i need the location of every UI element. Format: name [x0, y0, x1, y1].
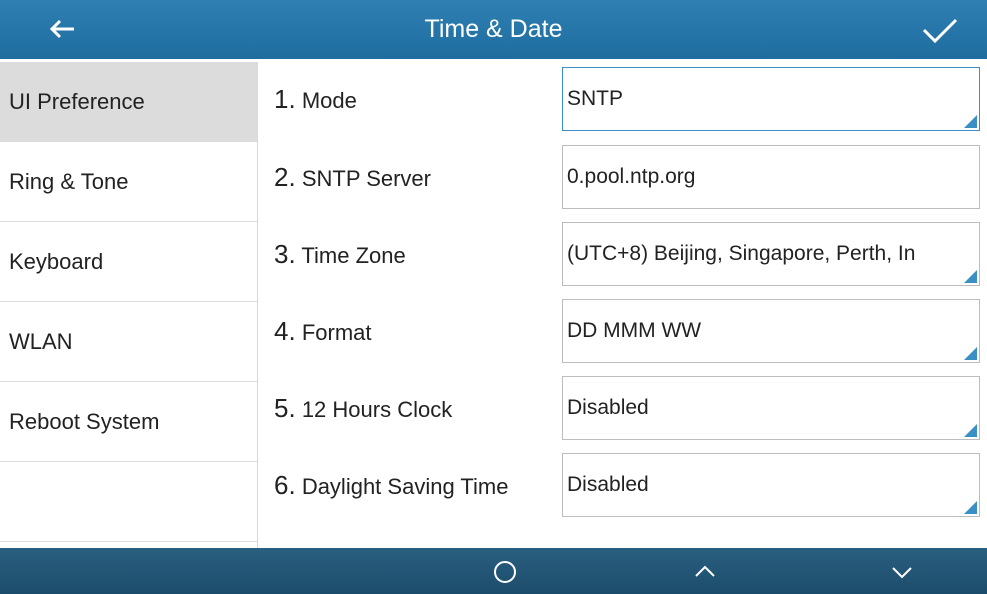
setting-row-12-hours-clock: 5. 12 Hours Clock Disabled: [258, 373, 987, 443]
sidebar-item-wlan[interactable]: WLAN: [0, 302, 257, 382]
chevron-up-icon: [695, 565, 715, 577]
field-value: Disabled: [567, 396, 649, 419]
mode-field[interactable]: SNTP: [562, 67, 980, 131]
format-field[interactable]: DD MMM WW: [562, 299, 980, 363]
confirm-button[interactable]: [915, 12, 965, 48]
time-zone-field[interactable]: (UTC+8) Beijing, Singapore, Perth, In: [562, 222, 980, 286]
setting-label: 6. Daylight Saving Time: [274, 470, 509, 500]
checkmark-icon: [922, 18, 958, 44]
arrow-left-icon: [49, 19, 74, 39]
field-value: SNTP: [567, 87, 624, 110]
sidebar-item-keyboard[interactable]: Keyboard: [0, 222, 257, 302]
setting-label: 4. Format: [274, 316, 372, 346]
title-bar: Time & Date: [0, 0, 987, 59]
dropdown-corner-icon: [964, 270, 977, 283]
setting-label: 5. 12 Hours Clock: [274, 393, 453, 423]
field-value: 0.pool.ntp.org: [567, 165, 696, 188]
setting-row-format: 4. Format DD MMM WW: [258, 296, 987, 366]
scroll-up-button[interactable]: [685, 556, 725, 588]
sidebar-empty-slot: [0, 462, 257, 542]
setting-row-time-zone: 3. Time Zone (UTC+8) Beijing, Singapore,…: [258, 219, 987, 289]
setting-label: 1. Mode: [274, 84, 357, 114]
page-title: Time & Date: [424, 15, 563, 43]
setting-label: 3. Time Zone: [274, 239, 406, 269]
12-hours-clock-field[interactable]: Disabled: [562, 376, 980, 440]
sidebar-item-reboot-system[interactable]: Reboot System: [0, 382, 257, 462]
sntp-server-field[interactable]: 0.pool.ntp.org: [562, 145, 980, 209]
sidebar: UI Preference Ring & Tone Keyboard WLAN …: [0, 62, 258, 548]
dropdown-corner-icon: [964, 115, 977, 128]
scroll-down-button[interactable]: [882, 556, 922, 588]
sidebar-item-ui-preference[interactable]: UI Preference: [0, 62, 257, 142]
dropdown-corner-icon: [964, 347, 977, 360]
daylight-saving-time-field[interactable]: Disabled: [562, 453, 980, 517]
bottom-nav-bar: [0, 548, 987, 594]
setting-row-mode: 1. Mode SNTP: [258, 64, 987, 134]
dropdown-corner-icon: [964, 501, 977, 514]
back-button[interactable]: [40, 12, 84, 46]
home-button[interactable]: [485, 556, 525, 588]
settings-panel: 1. Mode SNTP 2. SNTP Server 0.pool.ntp.o…: [258, 62, 987, 548]
field-value: DD MMM WW: [567, 319, 702, 342]
chevron-down-icon: [892, 567, 912, 579]
sidebar-item-ring-tone[interactable]: Ring & Tone: [0, 142, 257, 222]
setting-row-daylight-saving-time: 6. Daylight Saving Time Disabled: [258, 450, 987, 520]
field-value: Disabled: [567, 473, 649, 496]
setting-label: 2. SNTP Server: [274, 162, 431, 192]
dropdown-corner-icon: [964, 424, 977, 437]
field-value: (UTC+8) Beijing, Singapore, Perth, In: [567, 242, 916, 265]
circle-icon: [494, 561, 516, 583]
setting-row-sntp-server: 2. SNTP Server 0.pool.ntp.org: [258, 142, 987, 212]
